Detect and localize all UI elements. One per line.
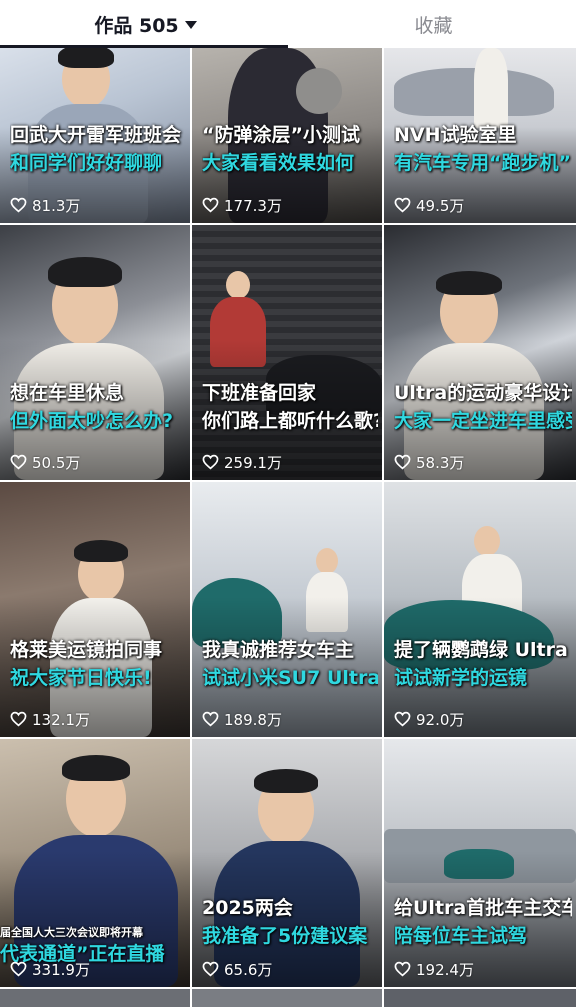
video-title: 给Ultra首批车主交车 — [394, 897, 572, 919]
video-tile[interactable] — [192, 989, 382, 1007]
video-subtitle: 试试小米SU7 Ultra — [202, 667, 378, 689]
like-count-value: 259.1万 — [224, 453, 282, 472]
video-title: Ultra的运动豪华设计 — [394, 382, 572, 404]
heart-outline-icon — [202, 961, 219, 977]
heart-outline-icon — [394, 961, 411, 977]
caret-down-icon — [184, 21, 197, 29]
video-title: 我真诚推荐女车主 — [202, 639, 355, 661]
like-count: 50.5万 — [10, 452, 80, 472]
video-tile[interactable]: “防弹涂层”小测试 大家看看效果如何 177.3万 — [192, 48, 382, 223]
tab-favorites[interactable]: 收藏 — [291, 0, 576, 48]
video-subtitle: 我准备了5份建议案 — [202, 925, 368, 947]
heart-outline-icon — [394, 454, 411, 470]
like-count-value: 50.5万 — [32, 453, 81, 472]
like-count: 189.8万 — [202, 709, 282, 729]
like-count-value: 65.6万 — [224, 960, 273, 979]
video-tile[interactable]: 我真诚推荐女车主 试试小米SU7 Ultra 189.8万 — [192, 482, 382, 737]
video-tile[interactable]: 下班准备回家 你们路上都听什么歌? 259.1万 — [192, 225, 382, 480]
like-count: 92.0万 — [394, 709, 464, 729]
like-count-value: 177.3万 — [224, 196, 282, 215]
like-count: 192.4万 — [394, 959, 474, 979]
like-count-value: 331.9万 — [32, 960, 90, 979]
video-title: 2025两会 — [202, 897, 293, 919]
profile-tabs: 作品 505 收藏 — [0, 0, 582, 48]
video-tile[interactable]: 提了辆鹦鹉绿 Ultra 试试新学的运镜 92.0万 — [384, 482, 576, 737]
like-count: 81.3万 — [10, 195, 80, 215]
like-count-value: 81.3万 — [32, 196, 81, 215]
video-subtitle: 你们路上都听什么歌? — [202, 410, 378, 432]
video-subtitle: 大家一定坐进车里感受 — [394, 410, 572, 432]
heart-outline-icon — [10, 454, 27, 470]
video-subtitle: 祝大家节日快乐! — [10, 667, 152, 689]
like-count: 259.1万 — [202, 452, 282, 472]
like-count-value: 132.1万 — [32, 710, 90, 729]
heart-outline-icon — [202, 711, 219, 727]
like-count: 49.5万 — [394, 195, 464, 215]
video-tile[interactable]: 回武大开雷军班班会 和同学们好好聊聊 81.3万 — [0, 48, 190, 223]
heart-outline-icon — [10, 711, 27, 727]
video-title: 回武大开雷军班班会 — [10, 124, 182, 146]
video-subtitle: 和同学们好好聊聊 — [10, 152, 163, 174]
video-subtitle: 试试新学的运镜 — [394, 667, 528, 689]
video-title: 届全国人大三次会议即将开幕 — [0, 926, 143, 939]
video-title: NVH试验室里 — [394, 124, 517, 146]
heart-outline-icon — [10, 961, 27, 977]
like-count: 132.1万 — [10, 709, 90, 729]
video-subtitle: 但外面太吵怎么办? — [10, 410, 174, 432]
video-tile[interactable]: Ultra的运动豪华设计 大家一定坐进车里感受 58.3万 — [384, 225, 576, 480]
like-count-value: 189.8万 — [224, 710, 282, 729]
like-count: 331.9万 — [10, 959, 90, 979]
video-tile[interactable]: 想在车里休息 但外面太吵怎么办? 50.5万 — [0, 225, 190, 480]
video-tile[interactable]: 给Ultra首批车主交车 陪每位车主试驾 192.4万 — [384, 739, 576, 987]
video-subtitle: 大家看看效果如何 — [202, 152, 355, 174]
video-title: 下班准备回家 — [202, 382, 317, 404]
tab-works-label: 作品 505 — [94, 14, 179, 37]
tab-works[interactable]: 作品 505 — [0, 0, 291, 48]
video-title: 格莱美运镜拍同事 — [10, 639, 163, 661]
heart-outline-icon — [202, 197, 219, 213]
like-count-value: 192.4万 — [416, 960, 474, 979]
heart-outline-icon — [10, 197, 27, 213]
video-tile[interactable]: 届全国人大三次会议即将开幕 代表通道”正在直播 331.9万 — [0, 739, 190, 987]
video-title: “防弹涂层”小测试 — [202, 124, 360, 146]
video-tile[interactable]: 2025两会 我准备了5份建议案 65.6万 — [192, 739, 382, 987]
video-tile[interactable]: 格莱美运镜拍同事 祝大家节日快乐! 132.1万 — [0, 482, 190, 737]
video-tile[interactable] — [0, 989, 190, 1007]
video-tile[interactable] — [384, 989, 576, 1007]
like-count: 65.6万 — [202, 959, 272, 979]
video-title: 提了辆鹦鹉绿 Ultra — [394, 639, 568, 661]
video-grid: 回武大开雷军班班会 和同学们好好聊聊 81.3万 “防弹涂层”小测试 大家看看效… — [0, 48, 582, 1007]
like-count-value: 92.0万 — [416, 710, 465, 729]
like-count: 58.3万 — [394, 452, 464, 472]
video-subtitle: 陪每位车主试驾 — [394, 925, 528, 947]
like-count-value: 58.3万 — [416, 453, 465, 472]
like-count: 177.3万 — [202, 195, 282, 215]
video-title: 想在车里休息 — [10, 382, 125, 404]
video-subtitle: 有汽车专用“跑步机” — [394, 152, 571, 174]
heart-outline-icon — [394, 711, 411, 727]
heart-outline-icon — [394, 197, 411, 213]
tab-favorites-label: 收藏 — [414, 14, 453, 37]
heart-outline-icon — [202, 454, 219, 470]
like-count-value: 49.5万 — [416, 196, 465, 215]
video-tile[interactable]: NVH试验室里 有汽车专用“跑步机” 49.5万 — [384, 48, 576, 223]
